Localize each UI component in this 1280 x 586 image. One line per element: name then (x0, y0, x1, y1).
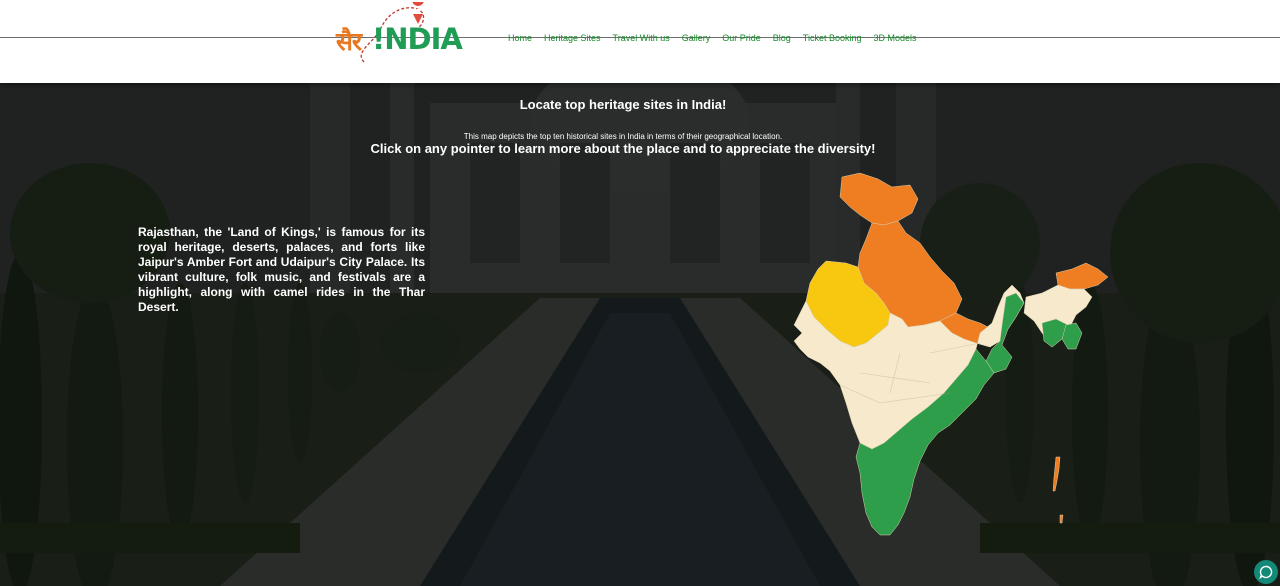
chat-bubble-icon (1259, 565, 1273, 579)
logo-hindi-text: सैर (336, 27, 362, 56)
nav-travel-with-us[interactable]: Travel With us (613, 33, 670, 43)
nav-gallery[interactable]: Gallery (682, 33, 711, 43)
india-map (793, 173, 1109, 536)
hero-subtitle: This map depicts the top ten historical … (463, 132, 783, 141)
chat-button[interactable] (1254, 560, 1278, 584)
nav-ticket-booking[interactable]: Ticket Booking (803, 33, 862, 43)
nav-3d-models[interactable]: 3D Models (873, 33, 916, 43)
hero-section: Locate top heritage sites in India! This… (0, 83, 1280, 586)
state-nicobar[interactable] (1059, 514, 1064, 524)
logo-india-text: !NDIA (372, 22, 463, 56)
nav-our-pride[interactable]: Our Pride (722, 33, 761, 43)
main-nav: Home Heritage Sites Travel With us Galle… (508, 33, 929, 43)
state-arunachal[interactable] (1055, 262, 1109, 290)
nav-blog[interactable]: Blog (773, 33, 791, 43)
site-header: सैर !NDIA Home Heritage Sites Travel Wit… (0, 0, 1280, 83)
nav-heritage-sites[interactable]: Heritage Sites (544, 33, 601, 43)
site-logo[interactable]: सैर !NDIA (334, 2, 463, 68)
state-andaman-nicobar[interactable] (1052, 456, 1061, 492)
hero-title: Locate top heritage sites in India! (519, 97, 727, 112)
nav-home[interactable]: Home (508, 33, 532, 43)
hero-instruction: Click on any pointer to learn more about… (370, 141, 876, 156)
state-jammu-kashmir[interactable] (839, 173, 919, 226)
state-description: Rajasthan, the 'Land of Kings,' is famou… (138, 225, 425, 314)
